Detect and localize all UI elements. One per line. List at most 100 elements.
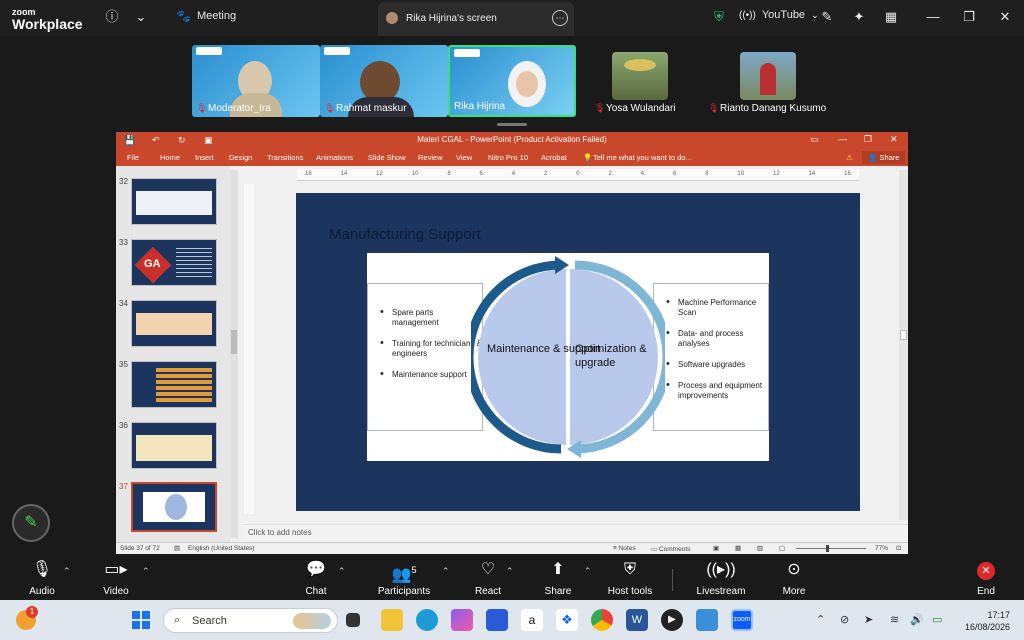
participants-button[interactable]: 👥5 Participants (372, 557, 436, 597)
tab-view[interactable]: View (456, 153, 472, 162)
react-options-chevron[interactable]: ⌃ (506, 566, 514, 577)
audio-options-chevron[interactable]: ⌃ (63, 566, 71, 577)
video-button[interactable]: ▭▸ Video (96, 557, 136, 597)
fit-slide-icon[interactable]: ⊡ (896, 544, 901, 552)
meeting-menu[interactable]: 🐾 Meeting (176, 9, 236, 23)
pen-annotation-button[interactable]: ✎ (12, 504, 50, 542)
participant-tile[interactable]: 🎙 Yosa Wulandari (576, 45, 704, 117)
spellcheck-icon[interactable]: ▤ (174, 544, 180, 552)
heart-icon: ♡ (480, 561, 496, 578)
ribbon-display-icon[interactable]: ▭ (810, 134, 819, 145)
tab-review[interactable]: Review (418, 153, 443, 162)
more-button[interactable]: ⊙ More (774, 557, 814, 597)
restore-icon[interactable]: ❐ (960, 8, 978, 26)
share-options-chevron[interactable]: ⌃ (584, 566, 592, 577)
show-hidden-icons-chevron[interactable]: ⌃ (816, 613, 825, 626)
notes-button[interactable]: ≡ Notes (613, 545, 636, 552)
share-button[interactable]: ⬆ Share (538, 557, 578, 597)
battery-icon[interactable]: ▭ (932, 613, 942, 626)
slideshow-view-icon[interactable]: ▢ (779, 544, 785, 552)
right-text-box[interactable]: Machine Performance Scan Data- and proce… (653, 283, 769, 431)
copilot-icon[interactable] (451, 609, 473, 631)
tab-transitions[interactable]: Transitions (267, 153, 303, 162)
more-options-icon[interactable]: ⋯ (552, 10, 568, 26)
notes-pane[interactable]: Click to add notes (244, 524, 908, 540)
participants-options-chevron[interactable]: ⌃ (442, 566, 450, 577)
strip-resize-handle[interactable] (497, 123, 527, 126)
close-icon[interactable]: ✕ (996, 8, 1014, 26)
participant-tile[interactable]: 🎙 Rianto Danang Kusumo (704, 45, 836, 117)
photos-icon[interactable] (696, 609, 718, 631)
slide-thumbnail-selected[interactable] (131, 482, 217, 532)
thumbnails-scrollbar[interactable] (230, 170, 238, 538)
wifi-icon[interactable]: ≋ (890, 613, 899, 626)
share-button[interactable]: 👤 Share (862, 151, 906, 164)
host-tools-button[interactable]: ⛨ Host tools (600, 557, 660, 597)
edge-icon[interactable] (416, 609, 438, 631)
slide-canvas[interactable]: Manufacturing Support Spare parts manage… (296, 193, 860, 511)
right-circle-label[interactable]: Optimization & upgrade (575, 342, 651, 370)
participant-tile[interactable]: 🎙 Moderator_Ira (192, 45, 320, 117)
participant-tile[interactable]: 🎙 Rahmat maskur (320, 45, 448, 117)
zoom-app-icon[interactable]: zoom (731, 609, 753, 631)
slide-thumbnail[interactable] (131, 178, 217, 225)
tab-insert[interactable]: Insert (195, 153, 214, 162)
react-button[interactable]: ♡ React (468, 557, 508, 597)
youtube-stream-menu[interactable]: ((•)) YouTube ⌄ (739, 9, 819, 21)
sparkle-icon[interactable]: ✦ (850, 8, 868, 26)
media-player-icon[interactable]: ▶ (661, 609, 683, 631)
livestream-button[interactable]: ((▸)) Livestream (693, 557, 749, 597)
slide-sorter-icon[interactable]: ▦ (735, 544, 741, 552)
chrome-icon[interactable] (591, 609, 613, 631)
layout-icon[interactable]: ▦ (882, 8, 900, 26)
slide-thumbnail[interactable] (131, 300, 217, 347)
zoom-slider[interactable] (796, 545, 866, 552)
video-options-chevron[interactable]: ⌃ (142, 566, 150, 577)
divider (672, 569, 673, 591)
restore-icon[interactable]: ❐ (864, 134, 872, 145)
comments-button[interactable]: ▭ Comments (651, 545, 690, 553)
screen-share-tab[interactable]: Rika Hijrina's screen ⋯ (378, 2, 574, 36)
network-status-icon[interactable]: ⊘ (840, 613, 849, 626)
chat-button[interactable]: 💬 Chat (296, 557, 336, 597)
participant-tile-active-speaker[interactable]: Rika Hijrina (448, 45, 576, 117)
slide-thumbnails-pane[interactable]: 32 33 GA 34 35 36 37 (116, 166, 230, 542)
tab-animations[interactable]: Animations (316, 153, 353, 162)
slide-scrollbar[interactable] (899, 170, 908, 520)
normal-view-icon[interactable]: ▣ (713, 544, 719, 552)
store-icon[interactable] (486, 609, 508, 631)
tell-me-search[interactable]: Tell me what you want to do... (593, 153, 692, 162)
tab-design[interactable]: Design (229, 153, 252, 162)
task-view-icon[interactable] (346, 613, 360, 627)
chevron-down-icon[interactable]: ⌄ (132, 8, 150, 26)
tab-home[interactable]: Home (160, 153, 180, 162)
tab-acrobat[interactable]: Acrobat (541, 153, 567, 162)
slide-thumbnail[interactable] (131, 422, 217, 469)
audio-button[interactable]: 🎙 Audio (22, 557, 62, 597)
left-text-box[interactable]: Spare parts management Training for tech… (367, 283, 483, 431)
list-item: Process and equipment improvements (664, 380, 768, 401)
dropbox-icon[interactable]: ❖ (556, 609, 578, 631)
file-explorer-icon[interactable] (381, 609, 403, 631)
taskbar-search-input[interactable]: ⌕ Search (163, 608, 338, 633)
slide-thumbnail[interactable] (131, 361, 217, 408)
tab-nitro[interactable]: Nitro Pro 10 (488, 153, 528, 162)
reading-view-icon[interactable]: ▥ (757, 544, 763, 552)
chat-options-chevron[interactable]: ⌃ (338, 566, 346, 577)
start-icon[interactable] (132, 611, 150, 629)
system-clock[interactable]: 17:17 16/08/2026 (965, 609, 1010, 633)
minimize-icon[interactable]: — (838, 134, 847, 144)
amazon-icon[interactable]: a (521, 609, 543, 631)
tab-slide-show[interactable]: Slide Show (368, 153, 406, 162)
slide-thumbnail[interactable]: GA (131, 239, 217, 286)
volume-icon[interactable]: 🔊 (910, 613, 924, 626)
location-icon[interactable]: ➤ (864, 613, 873, 626)
minimize-icon[interactable]: — (924, 8, 942, 26)
tab-file[interactable]: File (127, 153, 139, 162)
annotate-icon[interactable]: ✎ (818, 8, 836, 26)
slide-title[interactable]: Manufacturing Support (329, 226, 481, 243)
close-icon[interactable]: ✕ (890, 134, 898, 145)
end-meeting-button[interactable]: ✕ End (966, 557, 1006, 597)
word-icon[interactable]: W (626, 609, 648, 631)
info-icon[interactable]: ⓘ (103, 8, 121, 26)
